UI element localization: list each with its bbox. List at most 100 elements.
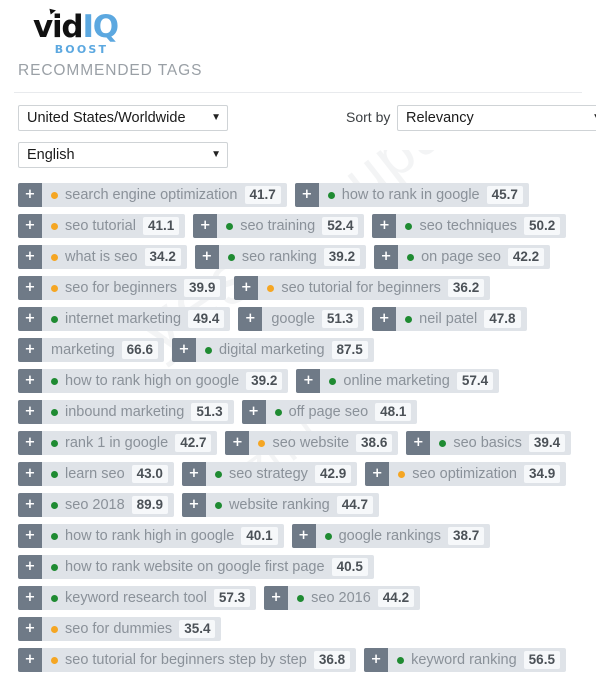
tag-score-badge: 47.8 (484, 309, 521, 329)
add-tag-button[interactable]: + (18, 183, 42, 207)
tag-status-dot-green (405, 222, 413, 230)
tag-chip[interactable]: + seo website 38.6 (225, 431, 399, 455)
tag-label: website ranking (228, 497, 330, 513)
add-tag-button[interactable]: + (18, 214, 42, 238)
add-tag-button[interactable]: + (194, 245, 219, 269)
language-select[interactable]: English ▼ (18, 142, 228, 168)
add-tag-button[interactable]: + (193, 214, 218, 238)
add-tag-button[interactable]: + (18, 524, 42, 548)
add-tag-button[interactable]: + (372, 214, 397, 238)
add-tag-button[interactable]: + (18, 245, 42, 269)
add-tag-button[interactable]: + (18, 338, 42, 362)
tag-label: how to rank high on google (65, 373, 240, 389)
add-tag-button[interactable]: + (18, 555, 42, 579)
tag-row: + seo 2018 89.9 + website ranking 44.7 (18, 493, 596, 517)
add-tag-button[interactable]: + (365, 462, 390, 486)
tag-chip[interactable]: + website ranking 44.7 (181, 493, 379, 517)
tag-label: seo ranking (241, 249, 317, 265)
tag-chip[interactable]: + how to rank website on google first pag… (18, 555, 374, 579)
sort-select[interactable]: Relevancy ▼ (397, 105, 596, 131)
tag-chip[interactable]: + neil patel 47.8 (372, 307, 527, 331)
tag-chip[interactable]: + seo tutorial 41.1 (18, 214, 186, 238)
tag-body: seo basics 39.4 (430, 431, 571, 455)
tag-score-badge: 87.5 (331, 340, 368, 360)
tag-chip[interactable]: + seo training 52.4 (193, 214, 365, 238)
tag-status-dot-green (214, 470, 222, 478)
tag-chip[interactable]: + inbound marketing 51.3 (18, 400, 234, 424)
add-tag-button[interactable]: + (406, 431, 431, 455)
add-tag-button[interactable]: + (18, 493, 42, 517)
chevron-down-icon: ▼ (211, 149, 221, 160)
add-tag-button[interactable]: + (18, 462, 42, 486)
add-tag-button[interactable]: + (234, 276, 259, 300)
add-tag-button[interactable]: + (18, 648, 42, 672)
country-select[interactable]: United States/Worldwide ▼ (18, 105, 228, 131)
tag-row: + what is seo 34.2 + seo ranking 39.2 + on page… (18, 245, 596, 269)
add-tag-button[interactable]: + (18, 617, 42, 641)
tag-chip[interactable]: + how to rank high in google 40.1 (18, 524, 284, 548)
tag-chip[interactable]: + learn seo 43.0 (18, 462, 174, 486)
add-tag-button[interactable]: + (296, 369, 321, 393)
add-tag-button[interactable]: + (18, 586, 42, 610)
add-tag-button[interactable]: + (18, 307, 42, 331)
tag-chip[interactable]: + on page seo 42.2 (374, 245, 551, 269)
tag-label: what is seo (65, 249, 138, 265)
tag-chip[interactable]: + seo techniques 50.2 (372, 214, 567, 238)
tag-chip[interactable]: + seo strategy 42.9 (181, 462, 358, 486)
tag-chip[interactable]: + search engine optimization 41.7 (18, 183, 287, 207)
tag-chip[interactable]: + seo optimization 34.9 (365, 462, 567, 486)
add-tag-button[interactable]: + (171, 338, 196, 362)
tag-body: seo ranking 39.2 (219, 245, 366, 269)
tag-chip[interactable]: + seo 2018 89.9 (18, 493, 174, 517)
add-tag-button[interactable]: + (18, 400, 42, 424)
tag-chip[interactable]: + digital marketing 87.5 (171, 338, 374, 362)
tag-chip[interactable]: + online marketing 57.4 (296, 369, 500, 393)
add-tag-button[interactable]: + (225, 431, 250, 455)
add-tag-button[interactable]: + (181, 493, 206, 517)
tag-chip[interactable]: + seo tutorial for beginners step by step… (18, 648, 357, 672)
tag-status-dot-green (51, 439, 58, 447)
tag-score-badge: 36.8 (313, 650, 351, 670)
chevron-down-icon: ▼ (211, 112, 221, 123)
add-tag-button[interactable]: + (294, 183, 319, 207)
tag-chip[interactable]: + internet marketing 49.4 (18, 307, 231, 331)
tag-chip[interactable]: + what is seo 34.2 (18, 245, 187, 269)
tag-chip[interactable]: + seo 2016 44.2 (264, 586, 421, 610)
add-tag-button[interactable]: + (364, 648, 389, 672)
tag-chip[interactable]: + seo basics 39.4 (406, 431, 572, 455)
tag-chip[interactable]: + google rankings 38.7 (291, 524, 491, 548)
add-tag-button[interactable]: + (241, 400, 266, 424)
tag-chip[interactable]: + seo for beginners 39.9 (18, 276, 227, 300)
tag-chip[interactable]: + marketing 66.6 (18, 338, 164, 362)
tag-chip[interactable]: + off page seo 48.1 (241, 400, 418, 424)
tag-body: neil patel 47.8 (396, 307, 526, 331)
tag-chip[interactable]: + keyword ranking 56.5 (364, 648, 566, 672)
tag-chip[interactable]: + how to rank high on google 39.2 (18, 369, 289, 393)
tag-score-badge: 51.3 (321, 309, 359, 329)
add-tag-button[interactable]: + (18, 369, 42, 393)
tag-body: seo for beginners 39.9 (42, 276, 226, 300)
add-tag-button[interactable]: + (181, 462, 206, 486)
tag-label: seo tutorial (65, 218, 136, 234)
tag-body: on page seo 42.2 (398, 245, 550, 269)
tag-score-badge: 57.4 (456, 371, 494, 391)
tag-body: digital marketing 87.5 (196, 338, 374, 362)
tag-chip[interactable]: + seo ranking 39.2 (194, 245, 367, 269)
add-tag-button[interactable]: + (18, 431, 42, 455)
tag-chip[interactable]: + seo tutorial for beginners 36.2 (234, 276, 491, 300)
add-tag-button[interactable]: + (238, 307, 263, 331)
tag-body: inbound marketing 51.3 (42, 400, 234, 424)
tag-chip[interactable]: + rank 1 in google 42.7 (18, 431, 218, 455)
tag-chip[interactable]: + keyword research tool 57.3 (18, 586, 257, 610)
tag-score-badge: 44.2 (377, 588, 415, 608)
add-tag-button[interactable]: + (18, 276, 42, 300)
tag-label: marketing (51, 342, 115, 358)
add-tag-button[interactable]: + (374, 245, 399, 269)
add-tag-button[interactable]: + (291, 524, 316, 548)
tag-chip[interactable]: + google 51.3 (238, 307, 365, 331)
tag-chip[interactable]: + seo for dummies 35.4 (18, 617, 222, 641)
add-tag-button[interactable]: + (372, 307, 397, 331)
add-tag-button[interactable]: + (264, 586, 289, 610)
tag-chip[interactable]: + how to rank in google 45.7 (294, 183, 529, 207)
tag-score-badge: 39.4 (528, 433, 566, 453)
